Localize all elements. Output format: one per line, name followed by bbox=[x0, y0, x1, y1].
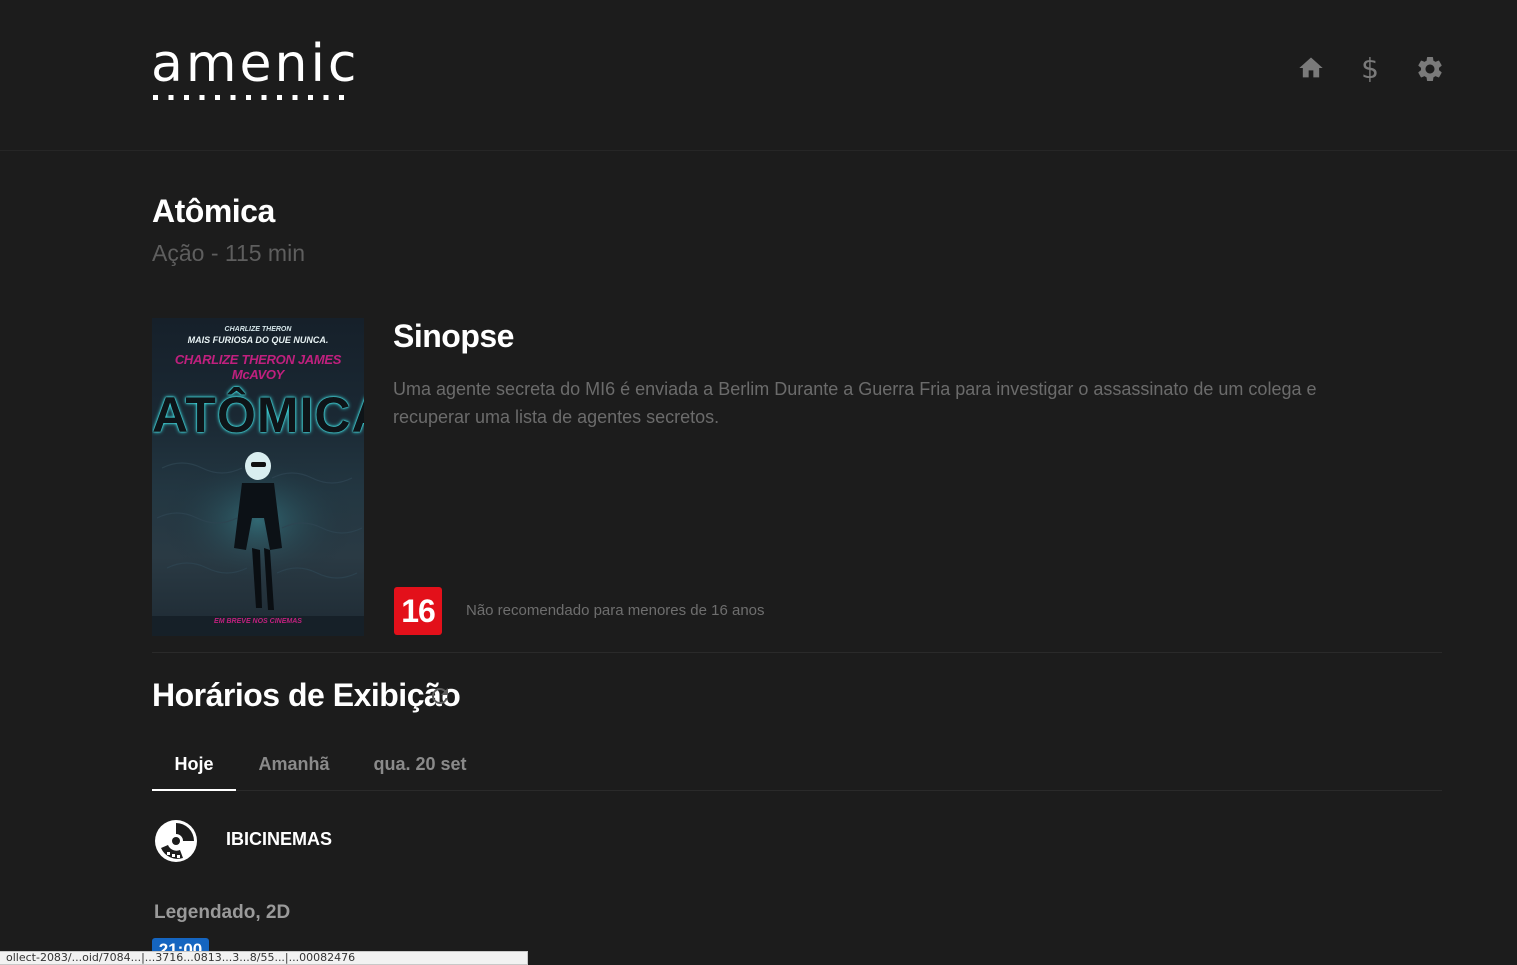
day-tabs: Hoje Amanhã qua. 20 set bbox=[152, 740, 1442, 791]
poster-tagline: MAIS FURIOSA DO QUE NUNCA. bbox=[187, 335, 329, 345]
amenic-logo[interactable]: amenic bbox=[151, 34, 357, 106]
tab-tomorrow[interactable]: Amanhã bbox=[246, 740, 342, 790]
poster-title: ATÔMICA bbox=[152, 387, 364, 443]
synopsis-text: Uma agente secreta do MI6 é enviada a Be… bbox=[393, 379, 1317, 427]
movie-poster: CHARLIZE THERON MAIS FURIOSA DO QUE NUNC… bbox=[152, 318, 364, 636]
age-rating-text: Não recomendado para menores de 16 anos bbox=[466, 602, 765, 619]
tab-today[interactable]: Hoje bbox=[152, 740, 236, 791]
movie-genre-duration: Ação - 115 min bbox=[152, 240, 305, 266]
gear-icon[interactable] bbox=[1415, 54, 1445, 84]
showtimes-heading: Horários de Exibição bbox=[152, 677, 461, 713]
app-header: amenic $ bbox=[0, 0, 1517, 151]
poster-bottom-text: EM BREVE NOS CINEMAS bbox=[214, 618, 302, 625]
nav-icons: $ bbox=[1217, 53, 1517, 86]
section-divider bbox=[152, 652, 1442, 653]
age-rating-badge: 16 bbox=[394, 587, 442, 635]
cinema-logo-icon bbox=[155, 820, 197, 862]
cinema-name[interactable]: IBICINEMAS bbox=[226, 829, 332, 850]
poster-tagline-top: CHARLIZE THERON bbox=[224, 326, 292, 333]
movie-title: Atômica bbox=[152, 193, 275, 229]
synopsis-heading: Sinopse bbox=[393, 318, 514, 354]
poster-cast: CHARLIZE THERON JAMES McAVOY bbox=[174, 352, 342, 382]
svg-text:$: $ bbox=[1361, 53, 1379, 83]
logo-text: amenic bbox=[151, 34, 360, 94]
tab-wed-20-sep[interactable]: qua. 20 set bbox=[362, 740, 478, 790]
logo-dots bbox=[153, 95, 344, 100]
session-format: Legendado, 2D bbox=[154, 902, 291, 923]
home-icon[interactable] bbox=[1297, 54, 1325, 82]
refresh-icon[interactable] bbox=[428, 684, 452, 713]
dollar-icon[interactable]: $ bbox=[1359, 53, 1381, 83]
browser-status-bar: ollect-2083/...oid/7084...|...3716...081… bbox=[0, 951, 528, 965]
